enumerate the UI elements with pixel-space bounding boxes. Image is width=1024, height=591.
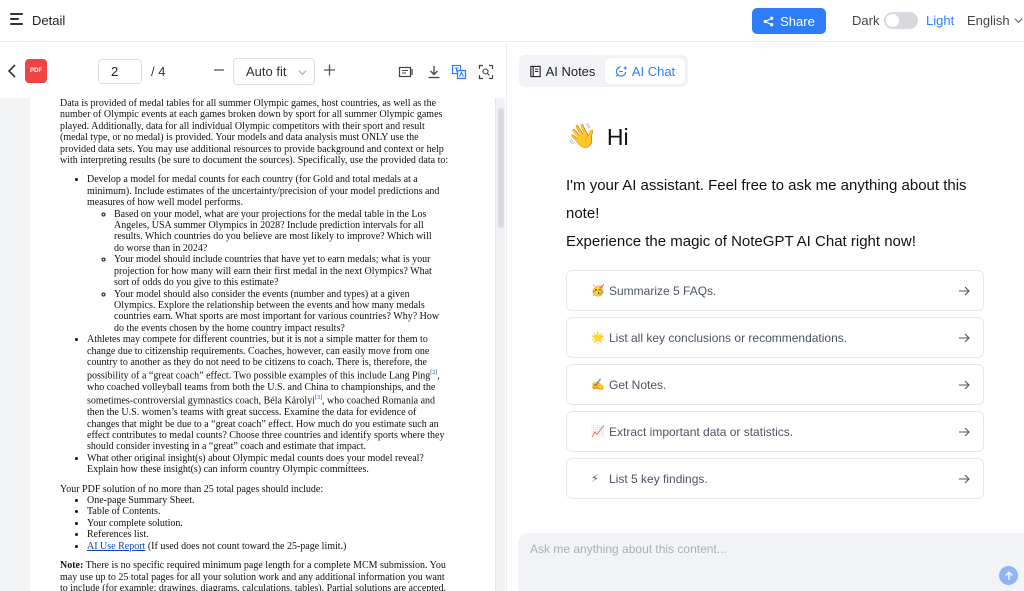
list-item: Your model should include countries that… bbox=[114, 254, 465, 288]
suggestion-key-conclusions[interactable]: 🌟 List all key conclusions or recommenda… bbox=[566, 317, 984, 358]
tab-ai-chat[interactable]: AI Chat bbox=[605, 58, 685, 84]
waving-hand-icon: 👋 bbox=[567, 123, 597, 150]
ai-use-report-link[interactable]: AI Use Report bbox=[87, 541, 145, 552]
doc-note: Note: There is no specific required mini… bbox=[60, 560, 446, 591]
chevron-down-icon bbox=[298, 70, 307, 76]
zoom-mode-label: Auto fit bbox=[246, 64, 287, 79]
tab-label: AI Notes bbox=[545, 63, 596, 79]
pdf-viewer[interactable]: Data is provided of medal tables for all… bbox=[0, 98, 505, 591]
list-item: One-page Summary Sheet. bbox=[87, 495, 465, 506]
screenshot-scan-icon[interactable] bbox=[478, 64, 494, 80]
toggle-knob bbox=[886, 14, 899, 27]
back-icon[interactable] bbox=[7, 64, 17, 78]
pdf-scrollbar[interactable] bbox=[495, 98, 505, 591]
download-icon[interactable] bbox=[426, 64, 442, 80]
panel-tabs: AI Notes AI Chat bbox=[519, 55, 688, 87]
list-item: Your complete solution. bbox=[87, 518, 465, 529]
list-item: Athletes may compete for different count… bbox=[87, 334, 465, 453]
pdf-toolbar: PDF / 4 Auto fit bbox=[0, 43, 505, 98]
ai-panel: AI Notes AI Chat 👋 Hi I'm your AI assist… bbox=[506, 43, 1024, 591]
list-item: Your model should also consider the even… bbox=[114, 289, 465, 335]
suggestion-summarize-faqs[interactable]: 🥳 Summarize 5 FAQs. bbox=[566, 270, 984, 311]
page-number-input[interactable] bbox=[98, 59, 142, 84]
read-aloud-icon[interactable] bbox=[398, 64, 414, 80]
star-icon: 🌟 bbox=[591, 332, 605, 344]
pdf-page: Data is provided of medal tables for all… bbox=[30, 98, 495, 591]
menu-icon[interactable] bbox=[10, 13, 23, 25]
lightning-icon: ⚡ bbox=[591, 473, 599, 485]
suggestion-key-findings[interactable]: ⚡ List 5 key findings. bbox=[566, 458, 984, 499]
requirements-list: Develop a model for medal counts for eac… bbox=[60, 174, 465, 475]
suggestion-label: Get Notes. bbox=[609, 377, 667, 392]
translate-icon[interactable] bbox=[451, 64, 467, 80]
arrow-right-icon bbox=[959, 474, 970, 484]
chat-input[interactable] bbox=[530, 539, 970, 559]
zoom-in-icon[interactable] bbox=[323, 63, 336, 77]
arrow-right-icon bbox=[959, 427, 970, 437]
page-total: / 4 bbox=[151, 64, 166, 79]
chart-increasing-icon: 📈 bbox=[591, 426, 605, 438]
citation-link[interactable]: [3] bbox=[315, 395, 322, 401]
list-item: What other original insight(s) about Oly… bbox=[87, 453, 465, 476]
theme-toggle[interactable] bbox=[884, 12, 918, 29]
greeting-text: Hi bbox=[606, 123, 629, 150]
party-face-icon: 🥳 bbox=[591, 285, 605, 297]
list-item: Based on your model, what are your proje… bbox=[114, 209, 465, 255]
share-icon bbox=[763, 16, 774, 26]
arrow-right-icon bbox=[959, 380, 970, 390]
suggestion-label: List 5 key findings. bbox=[609, 471, 708, 486]
list-item: AI Use Report (If used does not count to… bbox=[87, 541, 465, 552]
pdf-file-icon: PDF bbox=[25, 59, 47, 83]
zoom-select[interactable]: Auto fit bbox=[233, 58, 315, 85]
notes-icon bbox=[529, 65, 541, 77]
send-button[interactable] bbox=[999, 566, 1018, 585]
list-item: Develop a model for medal counts for eac… bbox=[87, 174, 465, 334]
list-item: Table of Contents. bbox=[87, 506, 465, 517]
share-button[interactable]: Share bbox=[752, 8, 826, 34]
solution-heading: Your PDF solution of no more than 25 tot… bbox=[60, 483, 324, 495]
writing-hand-icon: ✍️ bbox=[591, 379, 605, 391]
chat-sparkle-icon bbox=[615, 65, 628, 77]
suggestion-label: List all key conclusions or recommendati… bbox=[609, 330, 848, 345]
chevron-down-icon bbox=[1014, 18, 1023, 24]
suggestion-label: Extract important data or statistics. bbox=[609, 424, 794, 439]
arrow-right-icon bbox=[959, 286, 970, 296]
doc-intro: Data is provided of medal tables for all… bbox=[60, 98, 449, 167]
share-label: Share bbox=[780, 13, 815, 29]
theme-light-label: Light bbox=[926, 13, 955, 28]
list-item: References list. bbox=[87, 529, 465, 540]
theme-dark-label: Dark bbox=[852, 13, 880, 28]
language-label: English bbox=[967, 13, 1010, 28]
assistant-intro: I'm your AI assistant. Feel free to ask … bbox=[566, 177, 967, 250]
solution-list: One-page Summary Sheet. Table of Content… bbox=[60, 495, 465, 552]
sub-list: Based on your model, what are your proje… bbox=[87, 209, 465, 334]
suggestion-get-notes[interactable]: ✍️ Get Notes. bbox=[566, 364, 984, 405]
tab-ai-notes[interactable]: AI Notes bbox=[522, 58, 602, 84]
suggestion-extract-data[interactable]: 📈 Extract important data or statistics. bbox=[566, 411, 984, 452]
zoom-out-icon[interactable] bbox=[213, 63, 225, 77]
tab-label: AI Chat bbox=[631, 63, 676, 79]
chat-composer bbox=[518, 533, 1024, 591]
arrow-up-icon bbox=[1004, 570, 1013, 580]
page-title: Detail bbox=[32, 13, 66, 28]
scrollbar-thumb[interactable] bbox=[498, 108, 504, 228]
language-select[interactable]: English bbox=[967, 13, 1023, 28]
suggestion-list: 🥳 Summarize 5 FAQs. 🌟 List all key concl… bbox=[566, 270, 984, 505]
arrow-right-icon bbox=[959, 333, 970, 343]
suggestion-label: Summarize 5 FAQs. bbox=[609, 283, 717, 298]
app-header: Detail Share Dark Light English bbox=[0, 0, 1024, 42]
greeting: 👋 Hi bbox=[567, 123, 629, 151]
